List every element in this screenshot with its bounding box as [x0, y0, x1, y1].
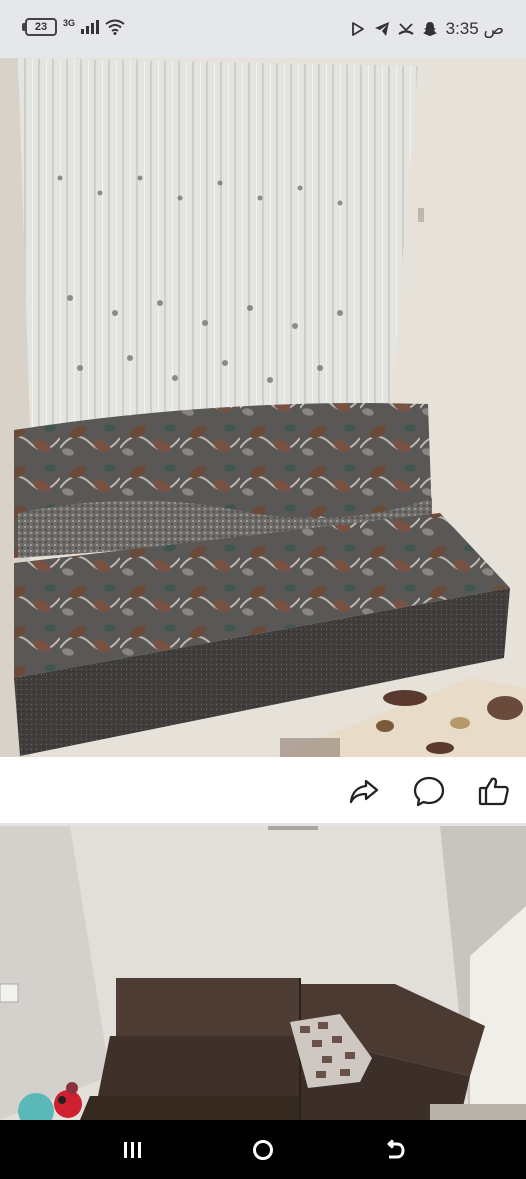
- telegram-icon: [374, 22, 389, 36]
- status-right: 3:35 ص: [350, 19, 504, 39]
- battery-level: 23: [25, 18, 57, 36]
- share-icon[interactable]: [348, 775, 380, 807]
- play-store-icon: [351, 22, 364, 36]
- navigation-bar: [0, 1120, 526, 1179]
- sofa-image: [0, 58, 526, 757]
- home-icon[interactable]: [247, 1134, 279, 1166]
- patterned-sofa-photo[interactable]: [0, 58, 526, 757]
- wifi-icon: [105, 19, 125, 35]
- corner-sofa-image: [0, 826, 526, 1120]
- status-bar: 23 3G 3:35 ص: [0, 0, 526, 58]
- brown-corner-sofa-photo[interactable]: [0, 826, 526, 1120]
- status-left: 23 3G: [22, 18, 125, 36]
- battery-icon: 23: [22, 18, 57, 36]
- post-action-bar: [0, 757, 526, 823]
- clock: 3:35 ص: [445, 19, 504, 38]
- back-icon[interactable]: [379, 1134, 411, 1166]
- snapchat-icon: [422, 22, 437, 36]
- network-type: 3G: [63, 18, 76, 28]
- missed-call-icon: [397, 23, 414, 35]
- recents-icon[interactable]: [116, 1134, 148, 1166]
- comment-icon[interactable]: [413, 775, 445, 807]
- like-icon[interactable]: [478, 775, 510, 807]
- signal-icon: [81, 20, 100, 34]
